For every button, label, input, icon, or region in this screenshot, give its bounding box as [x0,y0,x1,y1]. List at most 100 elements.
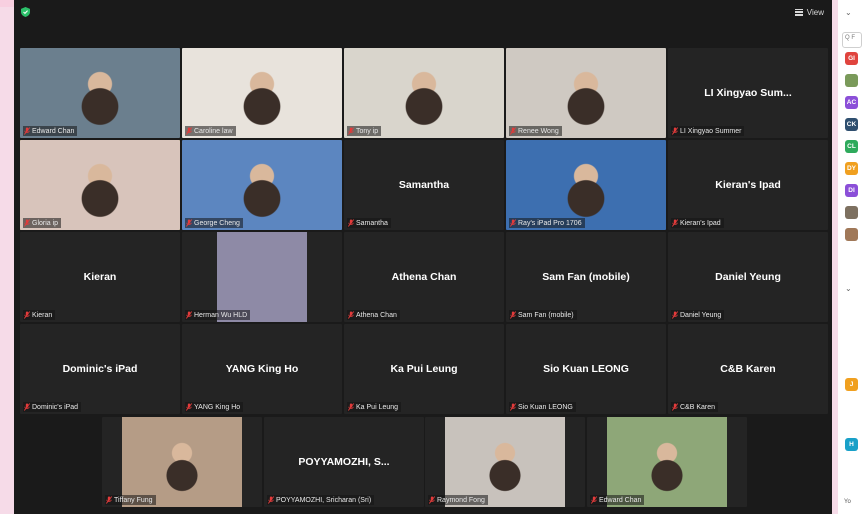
mic-muted-icon [510,219,516,227]
participant-name-label: Ka Pui Leung [347,402,402,412]
video-feed [122,417,242,507]
participant-avatar[interactable]: DI [845,184,858,197]
participant-name: Daniel Yeung [680,311,722,319]
participant-display-name: Samantha [398,179,450,191]
participant-tile[interactable]: Edward Chan [20,48,180,138]
participant-name-label: Sio Kuan LEONG [509,402,576,412]
participant-display-name: Ka Pui Leung [390,363,458,375]
grid-view-icon [794,8,803,16]
mic-muted-icon [672,127,678,135]
mic-muted-icon [186,311,192,319]
mic-muted-icon [672,403,678,411]
participant-tile[interactable]: YANG King Ho YANG King Ho [182,324,342,414]
search-placeholder: Q F [845,35,855,41]
participant-avatar[interactable] [845,228,858,241]
participant-tile[interactable]: Ray's iPad Pro 1706 [506,140,666,230]
participant-tile[interactable]: Herman Wu HLD [182,232,342,322]
participant-tile[interactable]: Edward Chan [587,417,747,507]
mic-muted-icon [510,403,516,411]
participant-avatar[interactable] [845,74,858,87]
participant-tile[interactable]: Raymond Fong [425,417,585,507]
participant-name: Renee Wong [518,127,559,135]
participant-name-label: Tony ip [347,126,382,136]
search-input[interactable]: Q F [842,32,862,48]
participant-tile[interactable]: Dominic's iPad Dominic's iPad [20,324,180,414]
participant-name-label: Renee Wong [509,126,562,136]
participant-avatar[interactable]: CK [845,118,858,131]
mic-muted-icon [106,496,112,504]
participant-name: C&B Karen [680,403,716,411]
view-button[interactable]: View [794,6,824,18]
participant-tile[interactable]: Caroline law [182,48,342,138]
participant-name: Tiffany Fung [114,496,153,504]
mic-muted-icon [510,311,516,319]
participant-tile[interactable]: Gloria ip [20,140,180,230]
participant-name: Caroline law [194,127,233,135]
participant-avatar[interactable]: CL [845,140,858,153]
video-feed [20,140,180,230]
mic-muted-icon [672,311,678,319]
participant-name-label: Caroline law [185,126,236,136]
participant-tile[interactable]: Samantha Samantha [344,140,504,230]
participant-tile[interactable]: Kieran's Ipad Kieran's Ipad [668,140,828,230]
participant-display-name: Athena Chan [391,271,457,283]
participant-name: Raymond Fong [437,496,485,504]
chevron-down-icon[interactable]: ⌄ [845,284,852,293]
participant-tile[interactable]: George Cheng [182,140,342,230]
mic-muted-icon [348,127,354,135]
participant-name: Gloria ip [32,219,59,227]
participant-tile[interactable]: Tiffany Fung [102,417,262,507]
participant-avatar[interactable]: GI [845,52,858,65]
participant-name-label: YANG King Ho [185,402,244,412]
participant-name: POYYAMOZHI, Sricharan (Sri) [276,496,372,504]
participant-tile[interactable]: LI Xingyao Sum... LI Xingyao Summer [668,48,828,138]
participant-display-name: Daniel Yeung [715,271,781,283]
participant-tile[interactable]: Kieran Kieran [20,232,180,322]
participant-name-label: Tiffany Fung [105,495,156,505]
participant-avatar[interactable]: DY [845,162,858,175]
participant-tile[interactable]: Renee Wong [506,48,666,138]
participant-name: Sam Fan (mobile) [518,311,574,319]
participant-name: Kieran [32,311,53,319]
participant-name-label: Daniel Yeung [671,310,725,320]
video-feed [506,48,666,138]
participant-display-name: POYYAMOZHI, S... [298,456,390,468]
participant-avatar[interactable]: AC [845,96,858,109]
sidebar-footer-text: Yo [844,499,851,505]
mic-muted-icon [429,496,435,504]
participant-name-label: Herman Wu HLD [185,310,251,320]
participant-name-label: POYYAMOZHI, Sricharan (Sri) [267,495,375,505]
participant-name: Tony ip [356,127,379,135]
participant-name-label: Edward Chan [590,495,645,505]
participant-tile[interactable]: Sio Kuan LEONG Sio Kuan LEONG [506,324,666,414]
view-button-label: View [806,7,824,17]
participant-tile[interactable]: POYYAMOZHI, S... POYYAMOZHI, Sricharan (S… [264,417,424,507]
chevron-down-icon[interactable]: ⌄ [845,8,852,17]
participant-name: Herman Wu HLD [194,311,248,319]
participant-tile[interactable]: Athena Chan Athena Chan [344,232,504,322]
participant-name-label: Edward Chan [23,126,78,136]
participant-name-label: C&B Karen [671,402,719,412]
video-feed [506,140,666,230]
participant-name-label: Samantha [347,218,391,228]
participant-avatar[interactable]: J [845,378,858,391]
participant-name-label: LI Xingyao Summer [671,126,745,136]
participant-name: LI Xingyao Summer [680,127,742,135]
participant-name: Ka Pui Leung [356,403,399,411]
participant-name: Kieran's Ipad [680,219,721,227]
participant-avatar[interactable]: H [845,438,858,451]
participant-display-name: Kieran [83,271,117,283]
participant-tile[interactable]: Sam Fan (mobile) Sam Fan (mobile) [506,232,666,322]
mic-muted-icon [510,127,516,135]
mic-muted-icon [186,127,192,135]
participant-tile[interactable]: Tony ip [344,48,504,138]
encryption-shield-icon [21,7,30,17]
participant-tile[interactable]: Ka Pui Leung Ka Pui Leung [344,324,504,414]
video-feed [445,417,565,507]
participant-avatar[interactable] [845,206,858,219]
video-feed [607,417,727,507]
participant-name-label: Gloria ip [23,218,62,228]
participant-tile[interactable]: Daniel Yeung Daniel Yeung [668,232,828,322]
video-feed [182,48,342,138]
participant-tile[interactable]: C&B Karen C&B Karen [668,324,828,414]
